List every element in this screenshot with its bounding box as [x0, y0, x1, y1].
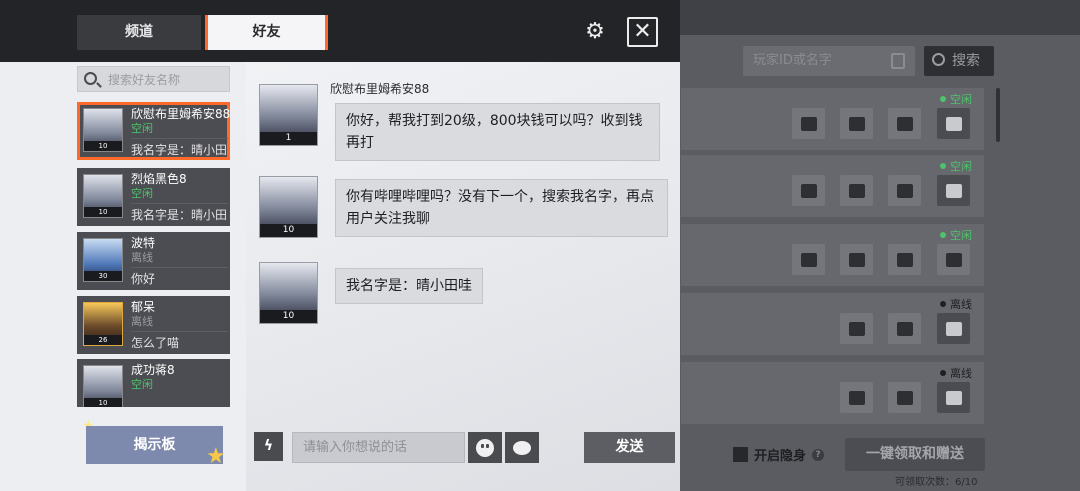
stealth-label: 开启隐身 [754, 449, 807, 464]
emoji-button[interactable] [468, 432, 502, 463]
gift-heart-icon [840, 244, 873, 275]
background-search-label: 搜索 [952, 53, 980, 69]
tab-friends[interactable]: 好友 [205, 15, 328, 50]
background-friend-row: 离线 [681, 362, 984, 424]
avatar: 26 [83, 302, 123, 346]
avatar-level: 10 [84, 141, 122, 151]
background-friend-row: 空闲 [681, 88, 984, 150]
chat-message: 你有哔哩哔哩吗？没有下一个，搜索我名字，再点用户关注我聊 [335, 179, 668, 237]
avatar: 10 [259, 262, 318, 324]
gift-heart-icon [840, 382, 873, 413]
claim-and-gift-button: 一键领取和赠送 [845, 438, 985, 471]
speech-bubble-button[interactable] [505, 432, 539, 463]
avatar-level: 10 [84, 207, 122, 217]
avatar: 10 [259, 176, 318, 238]
background-scrollbar [996, 88, 1000, 142]
friend-last-message: 我名字是：晴小田 [131, 203, 228, 223]
chat-input-placeholder: 请输入你想说的话 [303, 440, 408, 455]
background-friend-row: 离线 [681, 293, 984, 355]
stealth-toggle: 开启隐身 ? [733, 445, 825, 464]
bulletin-board-button[interactable]: 揭示板 [86, 426, 223, 464]
help-icon: ? [812, 448, 825, 461]
avatar: 10 [83, 108, 123, 152]
friend-card[interactable]: 26 郁呆 离线 怎么了喵 [77, 296, 230, 354]
background-status: 空闲 [940, 91, 972, 107]
background-status-label: 离线 [950, 298, 972, 311]
close-icon[interactable]: ✕ [627, 17, 658, 47]
background-status: 空闲 [940, 158, 972, 174]
add-friend-icon [792, 175, 825, 206]
avatar-level: 10 [260, 224, 317, 237]
background-friend-row: 空闲 [681, 224, 984, 286]
add-friend-icon [792, 108, 825, 139]
player-id-input: 玩家ID或名字 [743, 46, 915, 76]
stack-icon [937, 175, 970, 206]
stack-icon [937, 313, 970, 344]
stealth-checkbox [733, 447, 748, 462]
background-topbar [680, 0, 1080, 35]
gift-heart-icon [840, 108, 873, 139]
friend-status: 空闲 [131, 378, 153, 391]
avatar: 10 [83, 365, 123, 407]
quick-message-button[interactable]: ϟ [254, 432, 283, 461]
friend-status: 离线 [131, 251, 153, 264]
background-friend-row: 空闲 [681, 155, 984, 217]
chat-icon [888, 175, 921, 206]
gear-icon[interactable]: ⚙ [583, 20, 607, 44]
chat-message: 我名字是：晴小田哇 [335, 268, 483, 304]
chat-icon [888, 244, 921, 275]
background-status: 空闲 [940, 227, 972, 243]
chat-message: 你好，帮我打到20级，800块钱可以吗？收到钱再打 [335, 103, 660, 161]
background-status-label: 空闲 [950, 160, 972, 173]
stack-icon [937, 244, 970, 275]
avatar-level: 26 [84, 335, 122, 345]
avatar-level: 10 [260, 310, 317, 323]
friend-card[interactable]: 10 成功蒋8 空闲 [77, 359, 230, 407]
friend-status: 空闲 [131, 187, 153, 200]
chat-icon [888, 313, 921, 344]
add-friend-icon [792, 244, 825, 275]
friend-status: 空闲 [131, 122, 153, 135]
background-status-label: 空闲 [950, 93, 972, 106]
send-button[interactable]: 发送 [584, 432, 675, 463]
chat-sender-name: 欣慰布里姆希安88 [330, 82, 430, 96]
chat-icon [888, 382, 921, 413]
claim-count: 可领取次数：6/10 [895, 477, 978, 488]
friend-last-message: 我名字是：晴小田 [131, 138, 228, 158]
avatar-level: 10 [84, 398, 122, 407]
friend-status: 离线 [131, 315, 153, 328]
player-id-placeholder: 玩家ID或名字 [753, 53, 832, 68]
background-status-label: 离线 [950, 367, 972, 380]
friend-last-message: 你好 [131, 267, 228, 287]
background-search-button: 搜索 [924, 46, 994, 76]
friend-card[interactable]: 10 欣慰布里姆希安88 空闲 我名字是：晴小田 [77, 102, 230, 160]
friend-card[interactable]: 10 烈焰黑色8 空闲 我名字是：晴小田 [77, 168, 230, 226]
stack-icon [937, 108, 970, 139]
speech-bubble-icon [513, 440, 531, 455]
friend-last-message: 怎么了喵 [131, 331, 228, 351]
search-icon [84, 72, 97, 85]
avatar: 30 [83, 238, 123, 282]
search-icon [932, 53, 945, 66]
friend-card[interactable]: 30 波特 离线 你好 [77, 232, 230, 290]
chat-input[interactable]: 请输入你想说的话 [292, 432, 465, 463]
emoji-icon [476, 438, 494, 457]
avatar-level: 30 [84, 271, 122, 281]
background-status: 离线 [940, 296, 972, 312]
paste-icon [891, 53, 905, 69]
avatar: 1 [259, 84, 318, 146]
gift-heart-icon [840, 175, 873, 206]
chat-icon [888, 108, 921, 139]
gift-heart-icon [840, 313, 873, 344]
avatar: 10 [83, 174, 123, 218]
tab-channel[interactable]: 频道 [77, 15, 201, 50]
friend-search-input[interactable]: 搜索好友名称 [77, 66, 230, 92]
avatar-level: 1 [260, 132, 317, 145]
stack-icon [937, 382, 970, 413]
background-status-label: 空闲 [950, 229, 972, 242]
background-status: 离线 [940, 365, 972, 381]
friend-search-placeholder: 搜索好友名称 [108, 73, 181, 87]
star-icon: ★ [206, 444, 226, 469]
